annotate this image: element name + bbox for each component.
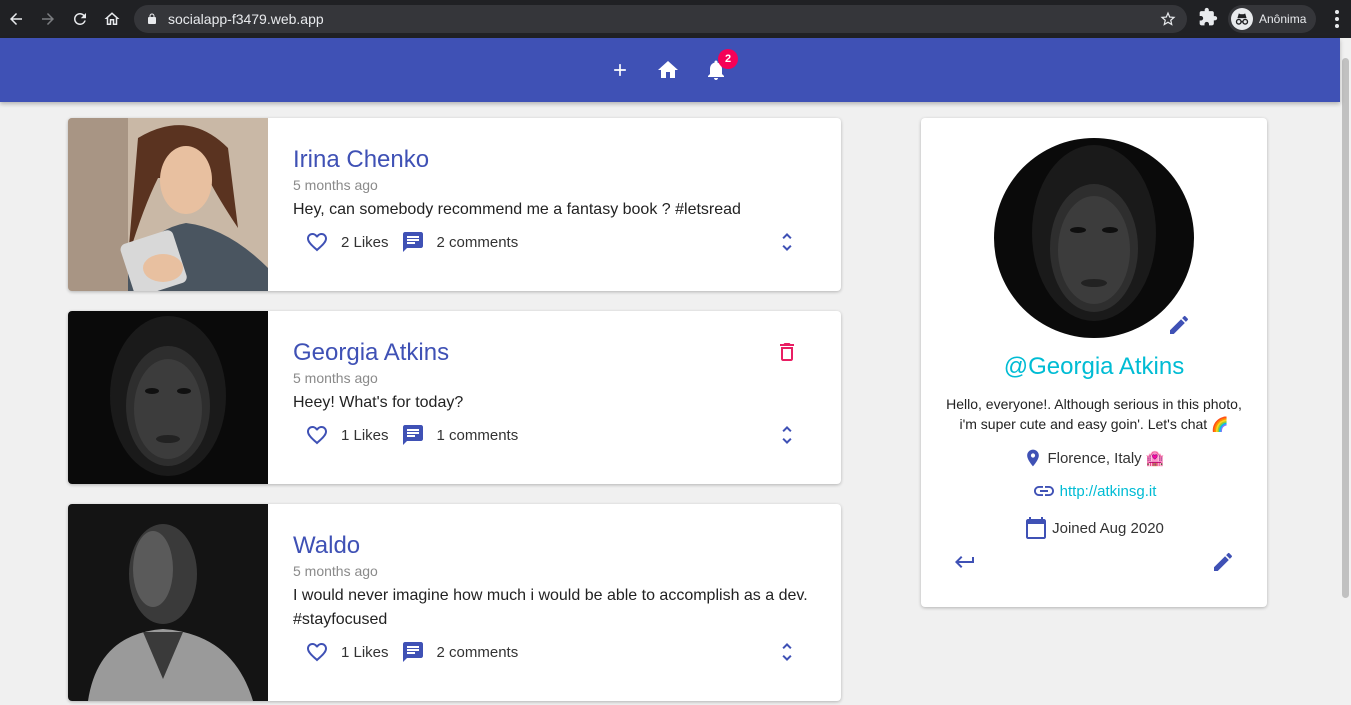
home-browser-button[interactable] [99, 6, 125, 32]
profile-website: http://atkinsg.it [921, 479, 1267, 503]
chat-icon [402, 642, 423, 662]
post-card: Irina Chenko 5 months ago Hey, can someb… [68, 118, 841, 291]
like-button[interactable] [305, 640, 329, 664]
pencil-icon [1214, 552, 1233, 571]
profile-avatar [994, 138, 1194, 338]
comments-button[interactable] [401, 230, 425, 254]
reload-button[interactable] [67, 6, 93, 32]
comments-count: 2 comments [436, 233, 519, 251]
profile-location: Florence, Italy 🏩 [921, 446, 1267, 470]
chat-icon [402, 232, 423, 252]
keyboard-return-icon [955, 556, 974, 568]
home-outline-icon [104, 12, 120, 25]
more-vert-icon [1335, 10, 1339, 28]
extensions-button[interactable] [1198, 7, 1222, 31]
unfold-more-icon [782, 233, 792, 251]
website-link[interactable]: http://atkinsg.it [1060, 483, 1157, 500]
calendar-icon [1026, 517, 1047, 539]
delete-post-button[interactable] [775, 340, 799, 364]
home-button[interactable] [656, 58, 680, 82]
post-actions: 1 Likes 2 comments [305, 638, 530, 666]
heart-outline-icon [307, 233, 327, 252]
post-actions: 2 Likes 2 comments [305, 228, 530, 256]
address-bar[interactable]: socialapp-f3479.web.app [134, 5, 1187, 33]
post-body: Hey, can somebody recommend me a fantasy… [293, 201, 741, 218]
lock-icon [148, 13, 156, 24]
likes-count: 2 Likes [341, 233, 389, 251]
post-author-name[interactable]: Waldo [293, 532, 360, 560]
post-time: 5 months ago [293, 370, 378, 386]
unfold-more-icon [782, 643, 792, 661]
profile-bio: Hello, everyone!. Although serious in th… [946, 396, 1242, 432]
logout-button[interactable] [953, 550, 977, 574]
new-post-button[interactable] [608, 58, 632, 82]
comments-button[interactable] [401, 640, 425, 664]
page-scrollbar[interactable] [1340, 38, 1351, 705]
likes-count: 1 Likes [341, 643, 389, 661]
post-author-name[interactable]: Georgia Atkins [293, 339, 449, 367]
post-card: Georgia Atkins 5 months ago Heey! What's… [68, 311, 841, 484]
scrollbar-thumb[interactable] [1342, 58, 1349, 598]
back-button[interactable] [3, 6, 29, 32]
link-icon [1033, 486, 1054, 496]
expand-post-button[interactable] [775, 423, 799, 447]
likes-count: 1 Likes [341, 426, 389, 444]
post-body: Heey! What's for today? [293, 394, 464, 411]
browser-menu-button[interactable] [1328, 8, 1346, 30]
heart-outline-icon [307, 643, 327, 662]
profile-handle[interactable]: @Georgia Atkins [921, 353, 1267, 381]
chat-icon [402, 425, 423, 445]
location-pin-icon [1027, 449, 1040, 467]
forward-button[interactable] [35, 6, 61, 32]
notification-badge: 2 [718, 49, 738, 69]
post-author-image[interactable] [68, 118, 268, 291]
comments-count: 1 comments [436, 426, 519, 444]
post-author-image[interactable] [68, 311, 268, 484]
pencil-icon [1170, 315, 1189, 334]
heart-outline-icon [307, 426, 327, 445]
post-body: I would never imagine how much i would b… [293, 587, 808, 628]
profile-card: @Georgia Atkins Hello, everyone!. Althou… [921, 118, 1267, 607]
puzzle-icon [1199, 7, 1218, 26]
post-card: Waldo 5 months ago I would never imagine… [68, 504, 841, 701]
edit-profile-button[interactable] [1211, 550, 1235, 574]
url-text: socialapp-f3479.web.app [168, 11, 324, 27]
app-bar [0, 38, 1340, 102]
incognito-profile-button[interactable]: Anônima [1228, 5, 1316, 33]
home-icon [658, 61, 678, 78]
browser-toolbar: socialapp-f3479.web.app Anônima [0, 0, 1351, 38]
like-button[interactable] [305, 423, 329, 447]
profile-joined: Joined Aug 2020 [921, 516, 1267, 540]
post-time: 5 months ago [293, 177, 378, 193]
post-time: 5 months ago [293, 563, 378, 579]
expand-post-button[interactable] [775, 640, 799, 664]
edit-avatar-button[interactable] [1167, 313, 1191, 337]
post-author-image[interactable] [68, 504, 268, 701]
post-author-name[interactable]: Irina Chenko [293, 146, 429, 174]
location-text: Florence, Italy 🏩 [1047, 450, 1165, 467]
trash-icon [780, 343, 794, 361]
comments-count: 2 comments [436, 643, 519, 661]
incognito-icon [1231, 8, 1253, 30]
arrow-right-icon [42, 13, 54, 25]
post-actions: 1 Likes 1 comments [305, 421, 530, 449]
like-button[interactable] [305, 230, 329, 254]
star-icon[interactable] [1159, 10, 1177, 28]
expand-post-button[interactable] [775, 230, 799, 254]
unfold-more-icon [782, 426, 792, 444]
profile-label: Anônima [1259, 12, 1307, 26]
reload-icon [74, 12, 86, 25]
arrow-left-icon [10, 13, 22, 25]
joined-text: Joined Aug 2020 [1052, 519, 1164, 537]
plus-icon [614, 64, 626, 76]
comments-button[interactable] [401, 423, 425, 447]
